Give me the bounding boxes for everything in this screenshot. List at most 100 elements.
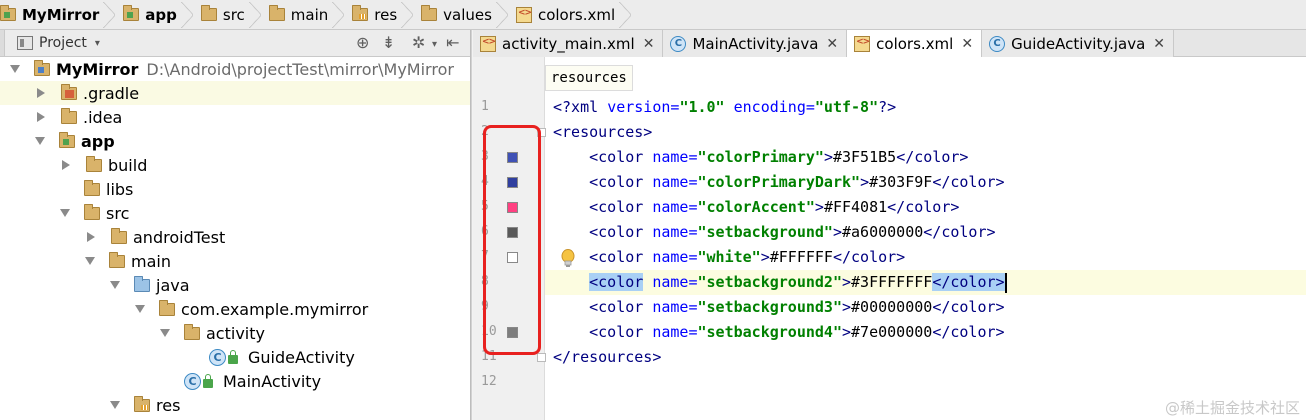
breadcrumb-item[interactable]: colors.xml	[510, 0, 633, 30]
code-token: </resources>	[553, 348, 662, 366]
tree-node-label: MyMirror	[56, 59, 139, 79]
xml-tag-breadcrumb[interactable]: resources	[545, 65, 633, 91]
tree-node[interactable]: activity	[0, 321, 470, 345]
tree-node-label: libs	[106, 179, 134, 199]
tree-node[interactable]: MyMirror D:\Android\projectTest\mirror\My…	[0, 57, 470, 81]
fold-marker-icon[interactable]	[537, 353, 546, 362]
chevron-down-icon[interactable]	[35, 137, 45, 145]
breadcrumb-item[interactable]: src	[195, 0, 263, 30]
navigation-breadcrumb: MyMirror app src main res values colors.xml	[0, 0, 1306, 30]
excluded-folder-icon	[61, 83, 77, 100]
hide-panel-icon[interactable]: ⇤	[446, 33, 459, 52]
breadcrumb-label: app	[145, 5, 177, 24]
chevron-down-icon[interactable]: ▾	[95, 38, 100, 49]
annotation-highlight-box	[483, 125, 541, 355]
gear-icon[interactable]: ✲	[412, 33, 425, 52]
tree-node[interactable]: .idea	[0, 105, 470, 129]
tree-node[interactable]: res	[0, 393, 470, 417]
code-token: "setbackground4"	[697, 323, 843, 341]
breadcrumb-item[interactable]: main	[263, 0, 346, 30]
editor-tab[interactable]: colors.xml ✕	[847, 30, 983, 58]
close-icon[interactable]: ✕	[643, 36, 655, 52]
tree-node[interactable]: build	[0, 153, 470, 177]
breadcrumb-item[interactable]: MyMirror	[0, 0, 117, 30]
chevron-right-icon[interactable]	[37, 88, 45, 98]
tree-node[interactable]: .gradle	[0, 81, 470, 105]
class-icon: C	[184, 372, 201, 390]
close-icon[interactable]: ✕	[1153, 36, 1165, 52]
code-token: #FFFFFF	[769, 248, 833, 266]
code-line[interactable]: <color name="setbackground">#a6000000</c…	[553, 220, 995, 245]
code-line[interactable]: <color name="setbackground2">#3FFFFFFF</…	[553, 270, 1007, 295]
chevron-down-icon[interactable]	[10, 65, 20, 73]
chevron-down-icon[interactable]	[85, 257, 95, 265]
breadcrumb-label: values	[443, 5, 492, 24]
code-line[interactable]: <color name="white">#FFFFFF</color>	[553, 245, 905, 270]
code-token: "setbackground"	[697, 223, 833, 241]
lightbulb-icon[interactable]	[560, 249, 576, 269]
tree-node[interactable]: androidTest	[0, 225, 470, 249]
tree-node-label: MainActivity	[223, 371, 322, 391]
breadcrumb-label: main	[290, 5, 329, 24]
breadcrumb-item[interactable]: app	[117, 0, 195, 30]
chevron-right-icon[interactable]	[87, 232, 95, 242]
chevron-right-icon[interactable]	[62, 160, 70, 170]
editor-tab[interactable]: activity_main.xml ✕	[473, 30, 664, 57]
folder-icon	[84, 179, 100, 196]
code-token: #FF4081	[823, 198, 888, 216]
code-editor[interactable]: 1 2 3 4 5 6 7 8 9 10 11 12 resources <?xml version=…	[473, 57, 1306, 420]
tree-node[interactable]: src	[0, 201, 470, 225]
chevron-down-icon[interactable]	[135, 305, 145, 313]
tree-node[interactable]: java	[0, 273, 470, 297]
code-token: >	[842, 298, 852, 316]
code-token: </color>	[932, 173, 1005, 191]
tree-node-label: activity	[206, 323, 265, 343]
code-token: <color	[553, 223, 653, 241]
tool-window-strip	[0, 30, 5, 56]
tree-node-label: main	[131, 251, 171, 271]
breadcrumb-item[interactable]: res	[346, 0, 415, 30]
close-icon[interactable]: ✕	[826, 36, 838, 52]
tree-node[interactable]: libs	[0, 177, 470, 201]
code-line[interactable]: <color name="setbackground3">#00000000</…	[553, 295, 1004, 320]
chevron-right-icon[interactable]	[37, 112, 45, 122]
breadcrumb-item[interactable]: values	[415, 0, 510, 30]
code-token: version=	[607, 98, 680, 116]
code-line[interactable]: <color name="colorPrimaryDark">#303F9F</…	[553, 170, 1005, 195]
chevron-down-icon[interactable]	[110, 401, 120, 409]
panel-splitter[interactable]	[470, 30, 472, 420]
collapse-icon[interactable]: ⇟	[382, 33, 395, 52]
code-token: <?xml	[553, 98, 608, 116]
code-token: name=	[652, 223, 698, 241]
code-token: >	[760, 248, 770, 266]
editor-tab[interactable]: C GuideActivity.java ✕	[982, 30, 1174, 57]
editor-tab[interactable]: C MainActivity.java ✕	[663, 30, 848, 57]
code-token: >	[823, 148, 833, 166]
code-line[interactable]: <color name="setbackground4">#7e000000</…	[553, 320, 1004, 345]
code-token: name=	[652, 148, 698, 166]
chevron-down-icon[interactable]: ▾	[432, 39, 437, 50]
target-icon[interactable]: ⊕	[356, 33, 369, 52]
editor-tabs: activity_main.xml✕CMainActivity.java✕col…	[473, 30, 1306, 58]
code-line[interactable]: <color name="colorPrimary">#3F51B5</colo…	[553, 145, 968, 170]
tree-node-label: build	[108, 155, 148, 175]
code-token: "colorPrimary"	[697, 148, 824, 166]
chevron-down-icon[interactable]	[160, 329, 170, 337]
code-line[interactable]: <?xml version="1.0" encoding="utf-8"?>	[553, 95, 896, 120]
tree-node-label: src	[106, 203, 130, 223]
tree-node[interactable]: app	[0, 129, 470, 153]
project-view-selector[interactable]: Project	[39, 35, 87, 51]
tree-node-label: androidTest	[133, 227, 226, 247]
code-line[interactable]: <resources>	[553, 120, 652, 145]
tree-node[interactable]: C GuideActivity	[0, 345, 470, 369]
tree-node[interactable]: main	[0, 249, 470, 273]
code-line[interactable]: <color name="colorAccent">#FF4081</color…	[553, 195, 959, 220]
tree-node[interactable]: C MainActivity	[0, 369, 470, 393]
close-icon[interactable]: ✕	[961, 36, 973, 52]
code-line[interactable]: </resources>	[553, 345, 661, 370]
code-token: #303F9F	[869, 173, 933, 191]
chevron-down-icon[interactable]	[110, 281, 120, 289]
code-token: "setbackground3"	[697, 298, 843, 316]
tree-node[interactable]: com.example.mymirror	[0, 297, 470, 321]
chevron-down-icon[interactable]	[60, 209, 70, 217]
